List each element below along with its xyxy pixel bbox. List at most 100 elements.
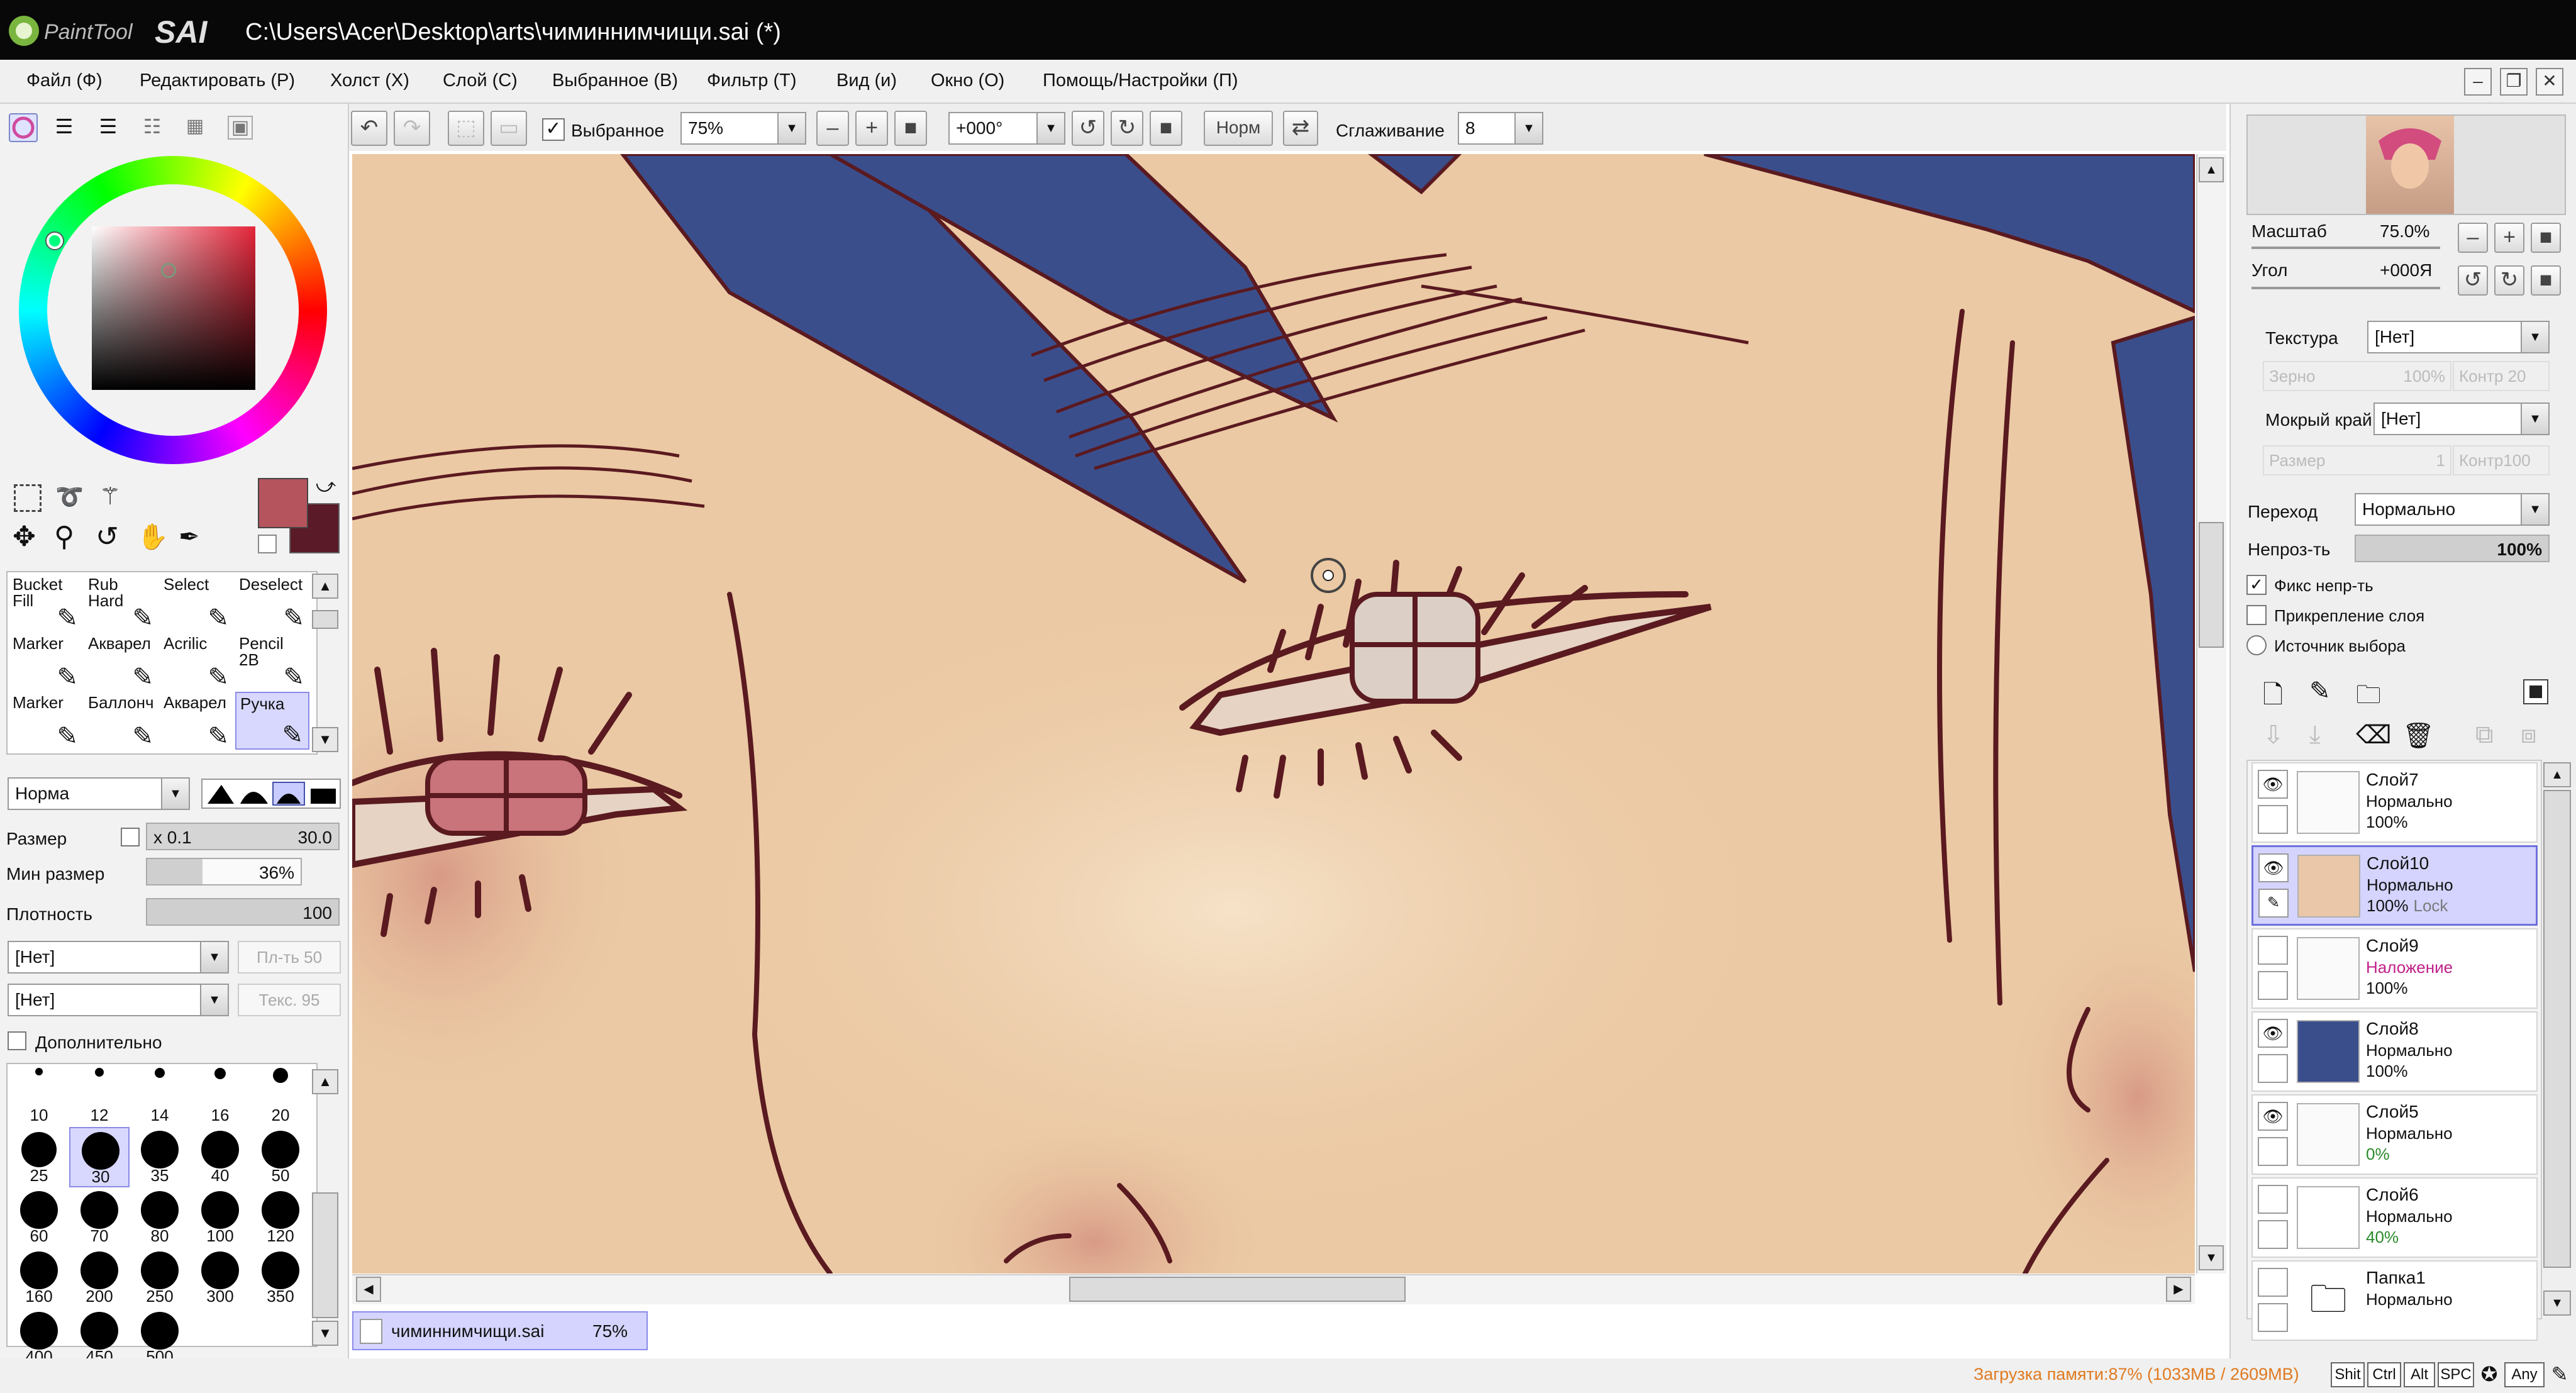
scroll-down-icon[interactable]: ▼ (2199, 1245, 2224, 1270)
clipping-checkbox[interactable] (2246, 605, 2267, 625)
menu-layer[interactable]: Слой (С) (443, 70, 518, 91)
layer-edit-toggle-icon[interactable] (2258, 805, 2288, 834)
layer-edit-toggle-icon[interactable]: ✎ (2258, 889, 2289, 918)
eye-icon[interactable] (2258, 1185, 2288, 1214)
nav-angle-slider[interactable] (2251, 287, 2440, 289)
layer-edit-toggle-icon[interactable] (2258, 1054, 2288, 1083)
eye-icon[interactable]: 👁 (2258, 853, 2289, 882)
new-linework-layer-icon[interactable]: ✎ (2309, 677, 2331, 706)
rotate-reset-button[interactable]: ■ (1150, 111, 1182, 146)
new-layer-icon[interactable]: 🗋 (2263, 677, 2283, 719)
layer-row[interactable]: 🗀 Папка1 Нормально (2251, 1260, 2538, 1341)
smoothing-select[interactable]: 8 ▼ (1458, 112, 1543, 145)
close-button[interactable]: ✕ (2536, 68, 2563, 96)
eye-icon[interactable]: 👁 (2258, 770, 2288, 799)
color-wheel-mode-button[interactable] (9, 113, 38, 142)
nav-rotate-reset-button[interactable]: ■ (2531, 265, 2561, 296)
brush-size-preset[interactable]: 120 (250, 1187, 311, 1248)
brush-paper-select[interactable]: [Нет] ▼ (8, 984, 229, 1016)
brush-size-preset[interactable]: 35 (130, 1127, 190, 1187)
layer-texture-select[interactable]: [Нет] ▼ (2367, 321, 2550, 353)
brush-tool-pencil[interactable]: Pencil 2B ✎ (235, 633, 309, 691)
brush-size-slider[interactable]: x 0.1 30.0 (146, 823, 340, 850)
tool-grid-scroll-up-icon[interactable]: ▲ (312, 574, 338, 599)
brush-size-preset[interactable]: 100 (190, 1187, 250, 1248)
clear-layer-icon[interactable]: ⌫ (2356, 721, 2392, 750)
brush-tool-bucket[interactable]: Bucket Fill ✎ (9, 574, 83, 631)
layer-opacity-slider[interactable]: 100% (2355, 535, 2550, 562)
layer-row[interactable]: 👁 ✎ Слой10 Нормально 100% Lock (2251, 845, 2538, 926)
layer-list-scroll-up-icon[interactable]: ▲ (2543, 762, 2571, 787)
advanced-checkbox[interactable] (8, 1031, 26, 1050)
delete-layer-icon[interactable]: 🗑 (2402, 721, 2434, 750)
size-presets-scrollbar-thumb[interactable] (312, 1192, 338, 1318)
layer-edit-toggle-icon[interactable] (2258, 1220, 2288, 1249)
lasso-tool-icon[interactable]: ➰ (55, 484, 89, 512)
document-tab[interactable]: чиминнимчищи.sai 75% (352, 1311, 648, 1350)
brush-texture-select[interactable]: [Нет] ▼ (8, 941, 229, 974)
navigator-preview[interactable] (2246, 114, 2566, 215)
min-size-slider[interactable]: 36% (146, 858, 302, 885)
selection-visibility-checkbox[interactable]: ✓ (542, 118, 565, 141)
wet-edge-select[interactable]: [Нет] ▼ (2373, 402, 2550, 435)
brush-size-preset[interactable]: 200 (69, 1248, 130, 1308)
flip-horizontal-button[interactable]: ⇄ (1283, 111, 1318, 146)
saturation-value-square[interactable] (92, 226, 255, 390)
deselect-button[interactable]: ⬚ (448, 111, 484, 146)
brush-tool-marker[interactable]: Marker ✎ (9, 633, 83, 691)
brush-size-preset[interactable]: 20 (250, 1067, 311, 1127)
transfer-down-icon[interactable]: ⇩ (2263, 721, 2284, 750)
brush-size-preset[interactable]: 70 (69, 1187, 130, 1248)
rotate-tool-icon[interactable]: ↺ (96, 522, 127, 553)
scratchpad-button-icon[interactable]: ▣ (228, 116, 253, 140)
merge-down-icon[interactable]: ⤓ (2309, 721, 2321, 749)
rect-select-tool-icon[interactable] (14, 484, 42, 512)
undo-button[interactable]: ↶ (351, 111, 387, 146)
primary-color-swatch[interactable] (258, 478, 308, 528)
eyedropper-tool-icon[interactable]: ✒ (179, 522, 210, 553)
zoom-in-button[interactable]: + (855, 111, 888, 146)
brush-tool-acrilic[interactable]: Acrilic ✎ (160, 633, 234, 691)
hsv-sliders-button-icon[interactable]: ☰ (96, 116, 121, 138)
brush-tool-marker[interactable]: Marker ✎ (9, 692, 83, 750)
layer-edit-toggle-icon[interactable] (2258, 1303, 2288, 1332)
brush-size-preset[interactable]: 350 (250, 1248, 311, 1308)
eye-icon[interactable]: 👁 (2258, 1019, 2288, 1048)
brush-tool-deselect[interactable]: Deselect ✎ (235, 574, 309, 631)
brush-size-preset[interactable]: 16 (190, 1067, 250, 1127)
swatch-list-button-icon[interactable]: ☷ (140, 116, 165, 138)
brush-tool-акварел[interactable]: Акварел ✎ (84, 633, 158, 691)
size-pressure-toggle[interactable] (121, 828, 140, 846)
brush-size-preset[interactable]: 60 (9, 1187, 69, 1248)
density-slider[interactable]: 100 (146, 898, 340, 926)
scroll-left-icon[interactable]: ◀ (356, 1277, 381, 1302)
preserve-opacity-checkbox[interactable]: ✓ (2246, 575, 2267, 595)
canvas-horizontal-scroll-thumb[interactable] (1069, 1277, 1406, 1302)
magic-wand-tool-icon[interactable]: ⚚ (99, 483, 131, 513)
menu-filter[interactable]: Фильтр (Т) (707, 70, 797, 91)
menu-edit[interactable]: Редактировать (Р) (140, 70, 295, 91)
brush-size-preset[interactable]: 40 (190, 1127, 250, 1187)
menu-window[interactable]: Окно (О) (931, 70, 1004, 91)
eye-icon[interactable] (2258, 1268, 2288, 1297)
menu-view[interactable]: Вид (и) (836, 70, 897, 91)
zoom-reset-button[interactable]: ■ (894, 111, 927, 146)
layer-row[interactable]: 👁 Слой5 Нормально 0% (2251, 1094, 2538, 1175)
layer-edit-toggle-icon[interactable] (2258, 1137, 2288, 1166)
rotate-right-button[interactable]: ↻ (1111, 111, 1143, 146)
layer-edit-toggle-icon[interactable] (2258, 971, 2288, 1000)
canvas-vertical-scroll-thumb[interactable] (2199, 522, 2224, 648)
zoom-tool-icon[interactable]: ⚲ (54, 522, 86, 553)
layer-row[interactable]: Слой6 Нормально 40% (2251, 1177, 2538, 1258)
nav-rotate-right-button[interactable]: ↻ (2494, 265, 2524, 296)
new-folder-icon[interactable]: 🗀 (2356, 677, 2381, 719)
brush-tool-баллонч[interactable]: Баллонч ✎ (84, 692, 158, 750)
layer-row[interactable]: Слой9 Наложение 100% (2251, 928, 2538, 1009)
brush-size-preset[interactable]: 80 (130, 1187, 190, 1248)
nav-rotate-left-button[interactable]: ↺ (2458, 265, 2488, 296)
normal-view-button[interactable]: Норм (1204, 111, 1273, 146)
drawing-canvas[interactable] (352, 154, 2195, 1274)
menu-selection[interactable]: Выбранное (В) (552, 70, 678, 91)
brush-size-preset[interactable]: 10 (9, 1067, 69, 1127)
swatch-grid-button-icon[interactable]: ▦ (182, 117, 208, 138)
